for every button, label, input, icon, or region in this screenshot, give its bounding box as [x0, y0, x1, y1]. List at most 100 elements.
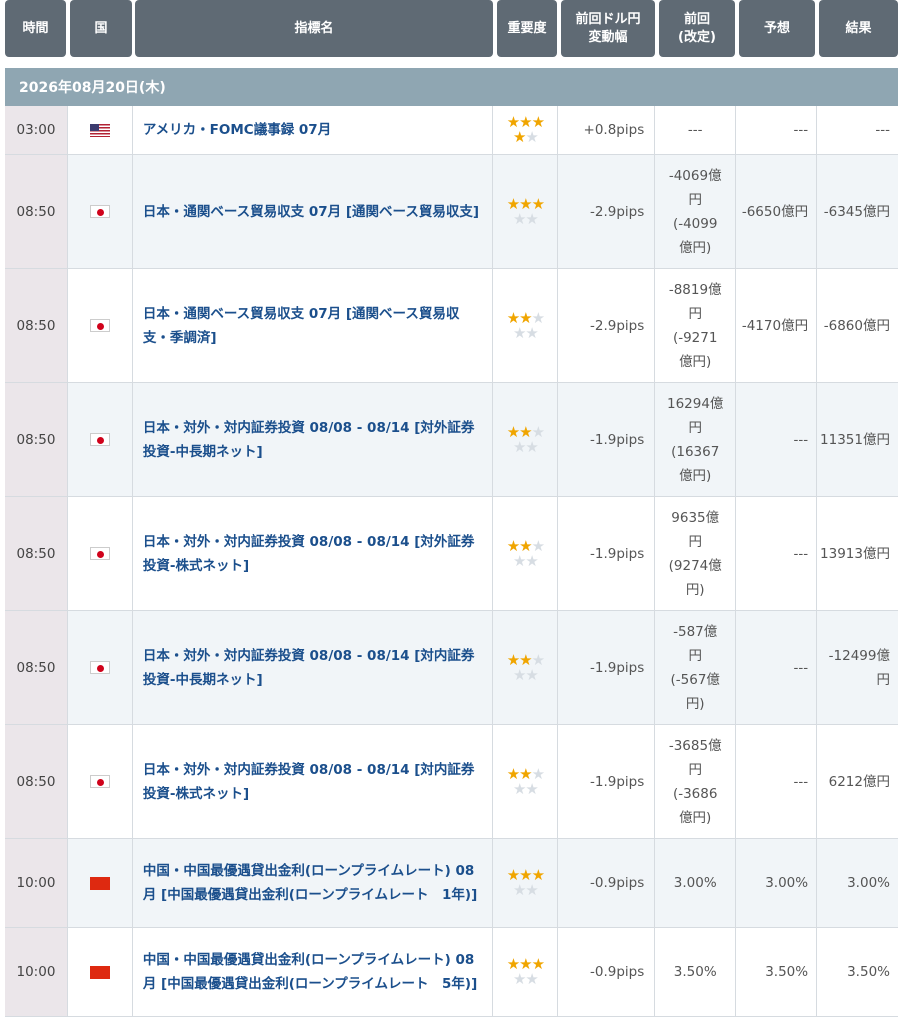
importance-stars: ★★★ ★★ — [493, 497, 559, 610]
previous-value-line: -4069億 — [668, 167, 722, 184]
forecast-value: -4170億円 — [736, 269, 818, 382]
result-value: -12499億円 — [817, 611, 898, 724]
indicator-name-link[interactable]: アメリカ・FOMC議事録 07月 — [133, 106, 494, 154]
indicator-name-text[interactable]: 中国・中国最優遇貸出金利(ローンプライムレート) 08月 [中国最優遇貸出金利(… — [143, 948, 483, 996]
importance-stars: ★★★ ★★ — [493, 155, 559, 268]
star-row-bottom: ★★ — [513, 970, 539, 988]
header-indicator: 指標名 — [135, 0, 493, 57]
pips-change: -0.9pips — [558, 839, 656, 927]
previous-value-line: -587億 — [673, 623, 718, 640]
table-row: 08:50 日本・対外・対内証券投資 08/08 - 08/14 [対外証券投資-… — [5, 383, 898, 497]
indicator-name-text[interactable]: 日本・通関ベース貿易収支 07月 [通関ベース貿易収支] — [143, 200, 479, 224]
pips-change: -2.9pips — [558, 155, 656, 268]
star-icon: ★ — [525, 128, 538, 146]
event-time: 10:00 — [5, 839, 68, 927]
star-row-bottom: ★★ — [513, 781, 539, 797]
event-time: 08:50 — [5, 725, 68, 838]
importance-stars: ★★★ ★★ — [493, 928, 559, 1016]
previous-value-line: 円 — [688, 647, 702, 664]
star-icon: ★ — [525, 970, 538, 988]
header-forecast: 予想 — [739, 0, 815, 57]
previous-value: -3685億円 (-3686 億円) — [655, 725, 737, 838]
forecast-value: -6650億円 — [736, 155, 818, 268]
jp-flag-icon — [89, 661, 110, 674]
jp-flag-icon — [89, 547, 110, 560]
previous-value-line: (-3686 — [672, 785, 718, 802]
table-row: 08:50 日本・通関ベース貿易収支 07月 [通関ベース貿易収支・季調済] ★★★… — [5, 269, 898, 383]
header-result: 結果 — [819, 0, 898, 57]
event-time: 08:50 — [5, 497, 68, 610]
result-value: 13913億円 — [820, 545, 890, 562]
previous-value-line: (16367 — [671, 443, 720, 460]
indicator-table: 03:00 アメリカ・FOMC議事録 07月 ★★★ ★★ +0.8pips --- ---… — [5, 106, 898, 1017]
jp-flag-icon — [89, 205, 110, 218]
table-row: 10:00 中国・中国最優遇貸出金利(ローンプライムレート) 08月 [中国最優遇… — [5, 839, 898, 928]
star-row-bottom: ★★ — [513, 553, 539, 569]
indicator-name-text[interactable]: 日本・対外・対内証券投資 08/08 - 08/14 [対内証券投資-株式ネット… — [143, 758, 483, 806]
previous-value-line: (9274億 — [668, 557, 722, 574]
star-icon: ★ — [512, 665, 526, 684]
previous-value-line: (-9271 — [672, 329, 718, 346]
importance-stars: ★★★ ★★ — [493, 269, 559, 382]
previous-value: 9635億円 (9274億 円) — [655, 497, 737, 610]
previous-value-line: 16294億 — [666, 395, 724, 412]
previous-value-line: 円 — [688, 191, 702, 208]
indicator-name-link[interactable]: 日本・通関ベース貿易収支 07月 [通関ベース貿易収支] — [132, 155, 494, 268]
indicator-name-link[interactable]: 日本・対外・対内証券投資 08/08 - 08/14 [対外証券投資-株式ネット… — [133, 497, 494, 610]
previous-value-line: 9635億 — [671, 509, 720, 526]
previous-value: 3.00% — [655, 839, 737, 927]
previous-value-line: 円 — [688, 305, 702, 322]
result-value: -6860億円 — [823, 317, 890, 334]
country-flag — [68, 106, 133, 154]
star-icon: ★ — [512, 323, 526, 342]
indicator-name-link[interactable]: 日本・対外・対内証券投資 08/08 - 08/14 [対内証券投資-株式ネット… — [133, 725, 494, 838]
jp-flag-icon — [89, 319, 110, 332]
pips-change: +0.8pips — [558, 106, 656, 154]
indicator-name-text[interactable]: 日本・対外・対内証券投資 08/08 - 08/14 [対外証券投資-株式ネット… — [143, 530, 483, 578]
country-flag — [67, 839, 133, 927]
forecast-value: --- — [736, 497, 818, 610]
indicator-name-link[interactable]: 日本・対外・対内証券投資 08/08 - 08/14 [対外証券投資-中長期ネッ… — [132, 383, 494, 496]
event-time: 08:50 — [5, 383, 68, 496]
star-icon: ★ — [512, 209, 526, 228]
indicator-name-text[interactable]: 中国・中国最優遇貸出金利(ローンプライムレート) 08月 [中国最優遇貸出金利(… — [143, 859, 483, 907]
indicator-name-link[interactable]: 日本・通関ベース貿易収支 07月 [通関ベース貿易収支・季調済] — [133, 269, 494, 382]
previous-value: --- — [655, 106, 737, 154]
jp-flag-icon — [89, 433, 110, 446]
indicator-name-text[interactable]: 日本・通関ベース貿易収支 07月 [通関ベース貿易収支・季調済] — [143, 302, 483, 350]
pips-change: -2.9pips — [558, 269, 656, 382]
country-flag — [67, 611, 133, 724]
event-time: 03:00 — [5, 106, 68, 154]
table-row: 08:50 日本・対外・対内証券投資 08/08 - 08/14 [対外証券投資-… — [5, 497, 898, 611]
previous-value-line: 円 — [688, 761, 702, 778]
star-icon: ★ — [512, 128, 526, 146]
star-row-bottom: ★★ — [513, 439, 539, 455]
previous-value-line: 3.50% — [673, 964, 717, 980]
indicator-name-link[interactable]: 日本・対外・対内証券投資 08/08 - 08/14 [対内証券投資-中長期ネッ… — [132, 611, 494, 724]
previous-value-line: -3685億 — [668, 737, 722, 754]
indicator-name-text[interactable]: アメリカ・FOMC議事録 07月 — [143, 118, 331, 142]
star-icon: ★ — [525, 209, 538, 228]
indicator-name-text[interactable]: 日本・対外・対内証券投資 08/08 - 08/14 [対内証券投資-中長期ネッ… — [143, 644, 483, 692]
result-value: --- — [875, 122, 890, 138]
forecast-value: --- — [736, 106, 818, 154]
previous-value-line: 円 — [688, 419, 702, 436]
pips-change: -1.9pips — [558, 611, 656, 724]
star-row-bottom: ★★ — [512, 209, 539, 228]
previous-value: 3.50% — [655, 928, 737, 1016]
indicator-name-link[interactable]: 中国・中国最優遇貸出金利(ローンプライムレート) 08月 [中国最優遇貸出金利(… — [133, 928, 494, 1016]
event-time: 08:50 — [5, 611, 68, 724]
star-icon: ★ — [512, 881, 526, 899]
indicator-name-link[interactable]: 中国・中国最優遇貸出金利(ローンプライムレート) 08月 [中国最優遇貸出金利(… — [132, 839, 494, 927]
indicator-name-text[interactable]: 日本・対外・対内証券投資 08/08 - 08/14 [対外証券投資-中長期ネッ… — [143, 416, 483, 464]
table-header: 時間 国 指標名 重要度 前回ドル円 変動幅 前回 (改定) 予想 結果 — [0, 0, 911, 60]
jp-flag-icon — [89, 775, 110, 788]
forecast-value: --- — [736, 611, 818, 724]
previous-value-line: 億円) — [679, 353, 712, 370]
previous-value-line: (-4099 — [672, 215, 718, 232]
cn-flag-icon — [89, 965, 110, 979]
country-flag — [68, 928, 133, 1016]
forecast-value: 3.50% — [736, 928, 818, 1016]
pips-change: -1.9pips — [558, 725, 656, 838]
previous-value-line: 億円) — [679, 809, 712, 826]
